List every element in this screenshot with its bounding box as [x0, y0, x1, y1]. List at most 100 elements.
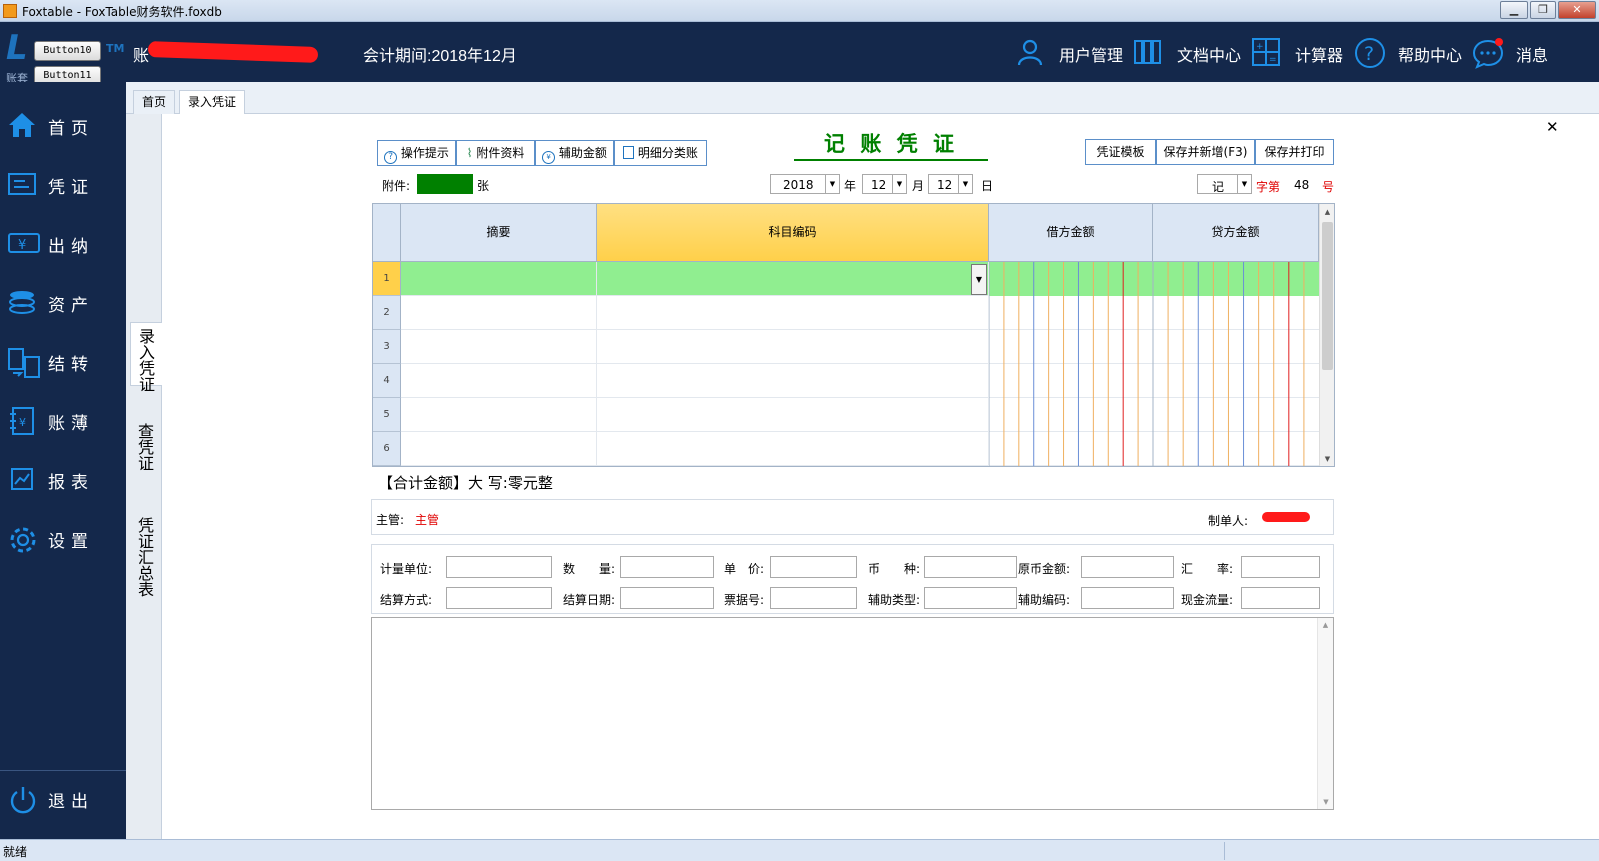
column-header-credit[interactable]: 贷方金额 — [1153, 204, 1319, 262]
sidebar-item-ledger[interactable]: ¥ 账薄 — [0, 392, 126, 448]
minimize-button[interactable]: ▁ — [1500, 1, 1528, 19]
window-title: Foxtable - FoxTable财务软件.foxdb — [22, 5, 222, 19]
field-input[interactable] — [620, 556, 714, 578]
field-label: 数 量: — [563, 562, 616, 576]
sidebar-item-label: 凭证 — [48, 178, 94, 198]
assist-amount-label: 辅助金额 — [558, 146, 607, 160]
chevron-down-icon: ▼ — [892, 175, 906, 193]
window-close-button[interactable]: ✕ — [1558, 1, 1596, 19]
user-management-label: 用户管理 — [1059, 48, 1124, 65]
button10[interactable]: Button10 — [34, 41, 101, 61]
year-value: 2018 — [783, 178, 814, 192]
tab-enter-voucher[interactable]: 录入凭证 — [179, 90, 246, 114]
column-header-subject[interactable]: 科目编码 — [597, 204, 989, 262]
notes-scrollbar[interactable]: ▲ ▼ — [1317, 618, 1333, 809]
supervisor-value: 主管 — [415, 513, 440, 527]
sidebar-item-home[interactable]: 首页 — [0, 97, 126, 153]
field-input[interactable] — [1241, 556, 1320, 578]
detail-ledger-button[interactable]: 明细分类账 — [614, 140, 707, 166]
row-number[interactable]: 5 — [373, 398, 401, 432]
scroll-up-icon[interactable]: ▲ — [1318, 621, 1333, 629]
field-input[interactable] — [924, 587, 1017, 609]
field-input[interactable] — [446, 587, 552, 609]
attachments-count-input[interactable] — [417, 174, 473, 194]
transfer-icon — [8, 348, 40, 378]
field-label: 币 种: — [868, 562, 921, 576]
report-icon — [11, 468, 33, 490]
sidebar-item-voucher[interactable]: 凭证 — [0, 156, 126, 212]
sidebar-item-reports[interactable]: 报表 — [0, 451, 126, 507]
tab-home[interactable]: 首页 — [133, 90, 176, 114]
scroll-up-icon[interactable]: ▲ — [1320, 204, 1334, 220]
sidebar-item-label: 设置 — [48, 532, 94, 552]
field-input[interactable] — [1241, 587, 1320, 609]
voucher-title: 记 账 凭 证 — [794, 128, 988, 161]
vtab-voucher-summary[interactable]: 凭证汇总表 — [130, 512, 162, 604]
sidebar-item-transfer[interactable]: 结转 — [0, 333, 126, 389]
supervisor-label: 主管: — [376, 513, 405, 527]
voucher-template-button[interactable]: 凭证模板 — [1085, 139, 1156, 165]
field-label: 结算日期: — [563, 593, 616, 607]
maximize-button[interactable]: ❐ — [1530, 1, 1556, 19]
row-number[interactable]: 6 — [373, 432, 401, 466]
field-label: 现金流量: — [1181, 593, 1234, 607]
notes-textarea[interactable]: ▲ ▼ — [371, 617, 1334, 810]
row-number[interactable]: 4 — [373, 364, 401, 398]
voucher-grid: 摘要 科目编码 借方金额 贷方金额 1 2 3 4 5 6 ▼ ▲ ▼ — [372, 203, 1335, 467]
field-input[interactable] — [1081, 587, 1174, 609]
subject-dropdown-button[interactable]: ▼ — [971, 264, 987, 295]
row-number[interactable]: 1 — [373, 262, 401, 296]
voucher-word-value: 记 — [1212, 180, 1225, 194]
question-icon: ? — [384, 151, 398, 164]
row-number[interactable]: 2 — [373, 296, 401, 330]
month-select[interactable]: 12 ▼ — [862, 174, 907, 194]
chevron-down-icon: ▼ — [1237, 175, 1251, 193]
sidebar: 首页 凭证 ¥ 出纳 资产 结转 ¥ 账薄 报表 设置 退出 — [0, 82, 126, 839]
field-label: 原币金额: — [1018, 562, 1071, 576]
row-number[interactable]: 3 — [373, 330, 401, 364]
user-management-link[interactable]: 用户管理 — [1015, 34, 1125, 70]
save-new-button[interactable]: 保存并新增(F3) — [1156, 139, 1255, 165]
sidebar-item-settings[interactable]: 设置 — [0, 510, 126, 566]
column-divider — [596, 262, 597, 466]
column-header-summary[interactable]: 摘要 — [401, 204, 597, 262]
window-titlebar: Foxtable - FoxTable财务软件.foxdb ▁ ❐ ✕ — [0, 0, 1599, 22]
grid-corner — [373, 204, 401, 262]
calculator-link[interactable]: + = 计算器 — [1251, 34, 1351, 70]
field-input[interactable] — [1081, 556, 1174, 578]
gear-icon — [10, 527, 36, 553]
close-icon[interactable]: ✕ — [1546, 118, 1559, 136]
save-print-button[interactable]: 保存并打印 — [1255, 139, 1334, 165]
help-center-link[interactable]: ? 帮助中心 — [1354, 34, 1466, 70]
grid-scrollbar[interactable]: ▲ ▼ — [1319, 204, 1334, 466]
sidebar-item-label: 首页 — [48, 119, 94, 139]
coins-icon — [9, 291, 35, 314]
year-select[interactable]: 2018 ▼ — [770, 174, 840, 194]
sidebar-item-cashier[interactable]: ¥ 出纳 — [0, 215, 126, 271]
help-icon: ? — [1355, 38, 1385, 68]
field-input[interactable] — [770, 587, 857, 609]
scroll-thumb[interactable] — [1322, 222, 1333, 370]
exit-button[interactable]: 退出 — [0, 770, 126, 826]
voucher-word-select[interactable]: 记 ▼ — [1197, 174, 1252, 194]
sidebar-item-assets[interactable]: 资产 — [0, 274, 126, 330]
column-header-debit[interactable]: 借方金额 — [989, 204, 1153, 262]
tips-label: 操作提示 — [400, 146, 449, 160]
day-select[interactable]: 12 ▼ — [928, 174, 973, 194]
vtab-enter-voucher[interactable]: 录入凭证 — [130, 322, 162, 393]
field-input[interactable] — [446, 556, 552, 578]
messages-link[interactable]: 消息 — [1472, 34, 1552, 70]
scroll-down-icon[interactable]: ▼ — [1320, 451, 1334, 466]
field-input[interactable] — [924, 556, 1017, 578]
voucher-icon — [8, 173, 36, 195]
books-icon — [1134, 40, 1161, 64]
vtab-query-voucher[interactable]: 查凭证 — [130, 418, 162, 474]
field-input[interactable] — [770, 556, 857, 578]
assist-amount-button[interactable]: ¥ 辅助金额 — [535, 140, 614, 166]
document-center-link[interactable]: 文档中心 — [1133, 34, 1243, 70]
tips-button[interactable]: ? 操作提示 — [377, 140, 456, 166]
attachments-button[interactable]: ⌇ 附件资料 — [456, 140, 535, 166]
field-label: 汇 率: — [1181, 562, 1234, 576]
scroll-down-icon[interactable]: ▼ — [1318, 798, 1334, 806]
field-input[interactable] — [620, 587, 714, 609]
